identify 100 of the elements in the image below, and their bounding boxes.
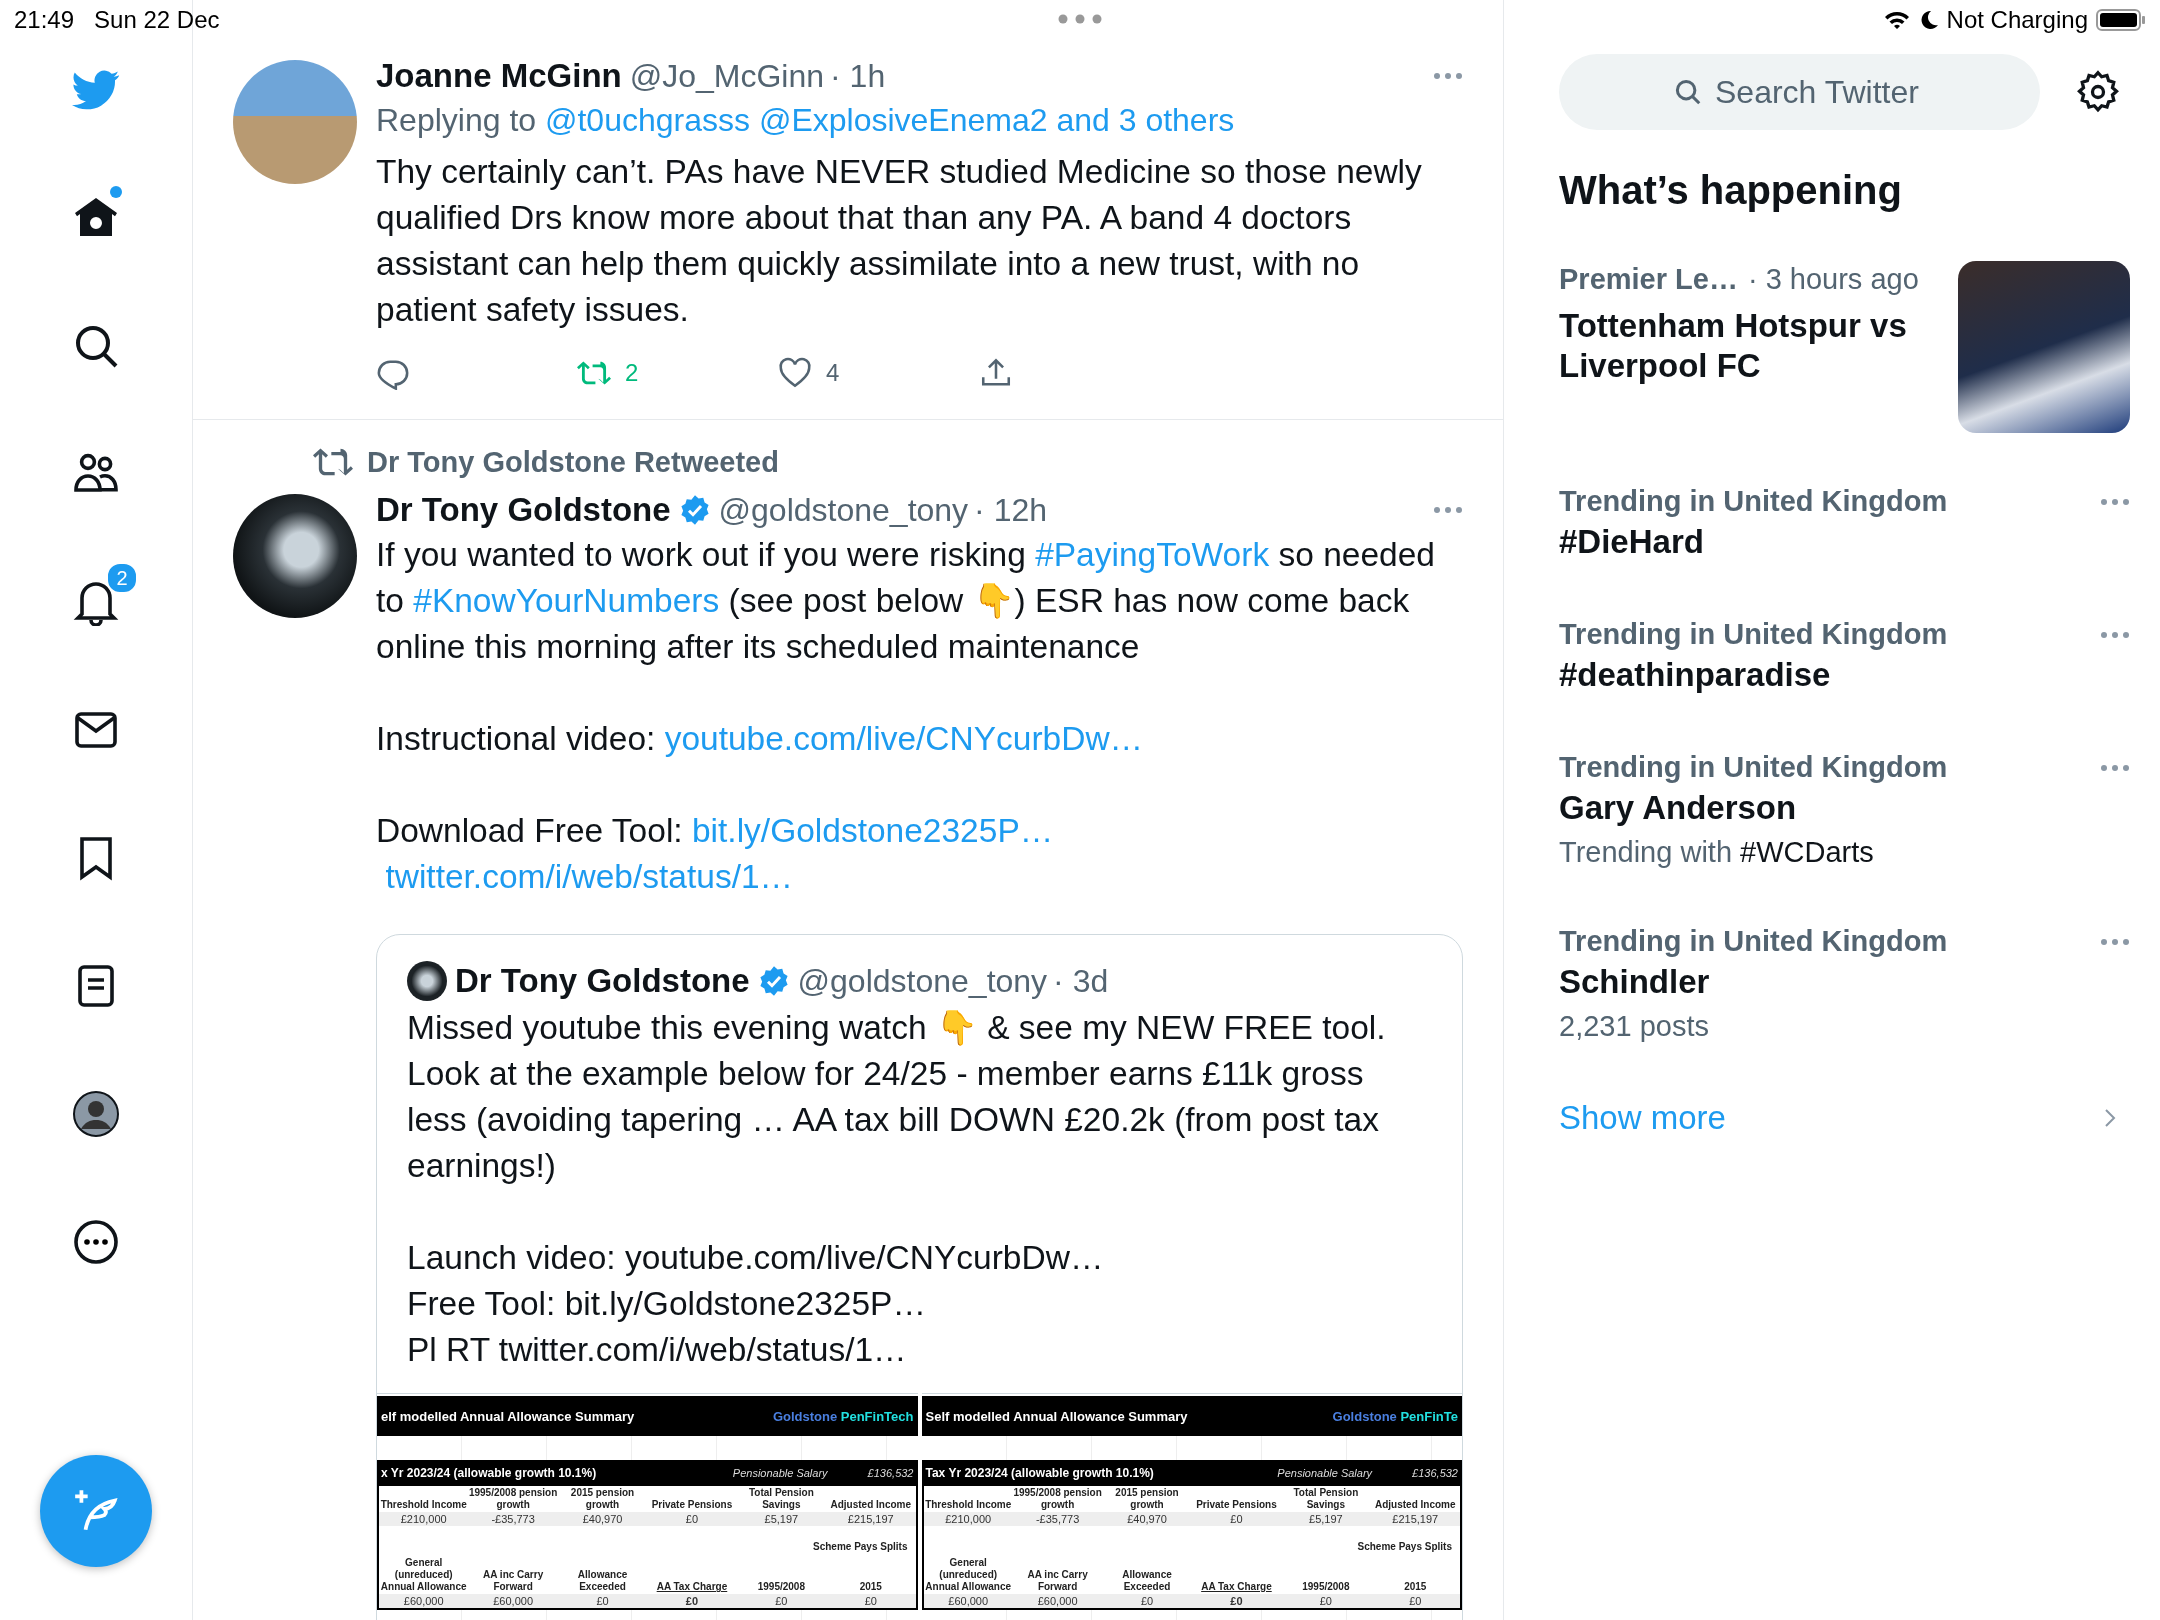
status-time: 21:49 (14, 6, 75, 34)
trend-context: Trending in United Kingdom (1559, 485, 1948, 518)
chevron-right-icon[interactable] (2104, 1108, 2116, 1128)
sheet-column-header: 2015 (858, 1580, 883, 1594)
sheet-cell-text: £0 (863, 1594, 878, 1608)
trend-title: Schindler (1559, 962, 1711, 1002)
trend-context: Trending in United Kingdom (1559, 751, 1948, 784)
trend-title: Tottenham Hotspur vs Liverpool FC (1559, 306, 1908, 386)
more-icon[interactable] (72, 1218, 120, 1266)
author-handle: @goldstone_tony (797, 962, 1048, 1000)
sheet-cell-text: £0 (1139, 1594, 1155, 1608)
author-name[interactable]: Dr Tony Goldstone (376, 491, 671, 529)
sheet-column-header: 1995/2008 pension growth (1012, 1486, 1103, 1512)
retweeted-by-label: Dr Tony Goldstone Retweeted (367, 445, 779, 479)
compose-tweet-button[interactable] (40, 1455, 152, 1567)
sheet-cell-text: £5,197 (1308, 1512, 1344, 1526)
more-options-icon[interactable] (1433, 72, 1463, 80)
sheet-column-header: Total Pension Savings (1292, 1486, 1360, 1512)
tweet-text: Instructional video: youtube.com/live/CNYcurbDw… (376, 719, 1145, 759)
sheet-cell-text: £0 (684, 1512, 700, 1526)
sheet-section-title: x Yr 2023/24 (allowable growth 10.1%) (381, 1466, 597, 1480)
trend-title: #deathinparadise (1559, 655, 1832, 695)
author-name: Dr Tony Goldstone (455, 962, 750, 1000)
sheet-cell-text: £215,197 (846, 1512, 895, 1526)
battery-icon (2096, 8, 2146, 32)
quoted-tweet-text: Missed youtube this evening watch 👇 & see my NEW FREE tool. Look at the example below for 24/25 - member earns £11k gross less (avoiding tapering … AA tax bill DOWN £20.2k (from post tax earnings!) (407, 1008, 1387, 1186)
sheet-cell-text: £0 (1318, 1594, 1333, 1608)
battery-status: Not Charging (1946, 6, 2088, 34)
action-count: 4 (826, 359, 840, 387)
tweet-time: · 1h (830, 57, 886, 95)
sheet-column-header: 1995/2008 (1301, 1580, 1351, 1594)
author-handle[interactable]: @Jo_McGinn (629, 57, 825, 95)
multitask-dots-icon (1058, 14, 1102, 24)
quoted-tweet-text: Launch video: youtube.com/live/CNYcurbDw… Free Tool: bit.ly/Goldstone2325P… Pl RT twitter.com/i/web/status/1… (407, 1238, 1105, 1370)
profile-avatar-icon[interactable] (72, 1090, 120, 1138)
sheet-group-header: Scheme Pays Splits (1357, 1540, 1452, 1554)
sheet-cell-text: £60,000 (402, 1594, 445, 1608)
trend-item[interactable]: Trending in United Kingdom Schindler 2,231 posts (1559, 925, 2130, 1043)
trend-item[interactable]: Trending in United Kingdom #DieHard (1559, 485, 2130, 562)
sheet-column-header: Adjusted Income (1374, 1498, 1457, 1512)
sheet-salary-value: £136,532 (1412, 1467, 1458, 1479)
sheet-brand: Goldstone PenFinTech (772, 1408, 914, 1424)
sheet-column-header: General (unreduced) Annual Allowance (379, 1556, 468, 1594)
sheet-cell-text: £0 (774, 1594, 789, 1608)
sheet-salary-label: Pensionable Salary (1277, 1467, 1373, 1479)
sheet-column-header: General (unreduced) Annual Allowance (924, 1556, 1013, 1594)
sheet-column-header: 1995/2008 (756, 1580, 806, 1594)
sheet-cell-text: £0 (684, 1594, 700, 1608)
sheet-column-header: Allowance Exceeded (1121, 1568, 1173, 1594)
trend-item[interactable]: Trending in United Kingdom #deathinparadise (1559, 618, 2130, 695)
sheet-salary-label: Pensionable Salary (732, 1467, 828, 1479)
tweet-time: · 3d (1053, 962, 1109, 1000)
trend-item[interactable]: Premier Le… · 3 hours ago Tottenham Hotspur vs Liverpool FC (1559, 261, 2130, 433)
sheet-cell-text: £215,197 (1391, 1512, 1440, 1526)
trend-subtitle: 2,231 posts (1559, 1010, 1710, 1043)
sheet-salary-value: £136,532 (867, 1467, 914, 1479)
sheet-cell-text: £0 (595, 1594, 610, 1608)
author-handle[interactable]: @goldstone_tony (718, 491, 969, 529)
more-options-icon[interactable] (2100, 763, 2130, 772)
news-time: · 3 hours ago (1747, 263, 1919, 296)
sheet-cell-text: £0 (1408, 1594, 1423, 1608)
author-name[interactable]: Joanne McGinn (376, 57, 622, 95)
sheet-cell-text: £210,000 (399, 1512, 448, 1526)
sheet-column-header: 1995/2008 pension growth (468, 1486, 558, 1512)
tweet-text: Download Free Tool: bit.ly/Goldstone2325P… twitter.com/i/web/status/1… (376, 811, 1055, 897)
tweet-text: If you wanted to work out if you were risking #PayingToWork so needed to #KnowYourNumbers (see post below 👇) ESR has now come back online this morning after its scheduled maintenance (376, 535, 1436, 667)
sheet-column-header: Allowance Exceeded (576, 1568, 629, 1594)
quoted-tweet-card[interactable] (376, 934, 1463, 1620)
sheet-column-header: Private Pensions (650, 1498, 734, 1512)
status-date: Sun 22 Dec (94, 6, 220, 34)
sheet-cell-text: £40,970 (1126, 1512, 1168, 1526)
sheet-cell-text: -£35,773 (1034, 1512, 1081, 1526)
more-options-icon[interactable] (2100, 937, 2130, 946)
sheet-column-header: AA Tax Charge (655, 1580, 729, 1594)
search-field[interactable]: Search Twitter (1559, 54, 2040, 130)
trend-item[interactable]: Trending in United Kingdom Gary Anderson Trending with #WCDarts (1559, 751, 2130, 869)
sheet-column-header: Total Pension Savings (747, 1486, 815, 1512)
sheet-section-title: Tax Yr 2023/24 (allowable growth 10.1%) (925, 1466, 1154, 1480)
spreadsheet-screenshot[interactable] (377, 1393, 918, 1620)
action-count: 2 (625, 359, 639, 387)
more-options-icon[interactable] (2100, 630, 2130, 639)
spreadsheet-screenshot[interactable] (921, 1393, 1462, 1620)
news-source: Premier Le… (1559, 263, 1738, 296)
sheet-cell-text: £210,000 (944, 1512, 993, 1526)
sheet-column-header: Adjusted Income (829, 1498, 913, 1512)
heart-icon[interactable] (778, 356, 812, 390)
sheet-brand: Goldstone PenFinTe (1332, 1408, 1458, 1424)
sheet-cell-text: £60,000 (492, 1594, 534, 1608)
more-options-icon[interactable] (2100, 497, 2130, 506)
search-icon (1673, 77, 1703, 107)
sheet-column-header: 2015 pension growth (569, 1486, 636, 1512)
sheet-cell-text: £5,197 (763, 1512, 800, 1526)
sheet-column-header: Threshold Income (379, 1498, 468, 1512)
avatar-image-placeholder (407, 961, 447, 1001)
more-options-icon[interactable] (1433, 506, 1463, 514)
section-heading: What’s happening (1559, 168, 1903, 213)
trend-context: Trending in United Kingdom (1559, 925, 1948, 958)
sheet-column-header: 2015 pension growth (1114, 1486, 1180, 1512)
settings-icon[interactable] (2076, 70, 2120, 114)
sheet-title: Self modelled Annual Allowance Summary (925, 1408, 1188, 1424)
